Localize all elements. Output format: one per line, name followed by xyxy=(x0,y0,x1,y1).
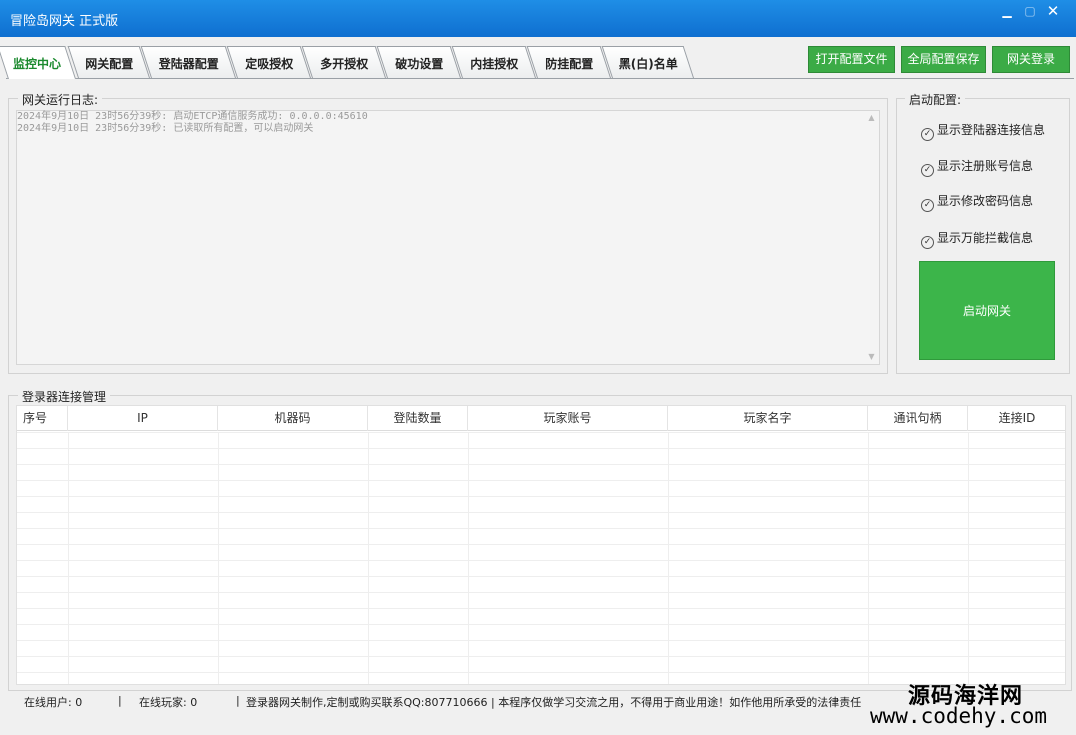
col-header[interactable]: IP xyxy=(68,406,218,431)
col-header[interactable]: 玩家账号 xyxy=(468,406,668,431)
log-scrollbar[interactable]: ▲ ▼ xyxy=(864,111,879,364)
tab-launcher-config[interactable]: 登陆器配置 xyxy=(140,46,236,78)
check-circle-icon: ✓ xyxy=(921,128,934,141)
tab-gateway-config[interactable]: 网关配置 xyxy=(67,46,150,78)
status-online-users: 在线用户: 0 xyxy=(24,696,83,709)
col-header[interactable]: 序号 xyxy=(17,406,68,431)
log-line: 2024年9月10日 23时56分39秒: 启动ETCP通信服务成功: 0.0.… xyxy=(17,111,368,122)
col-divider xyxy=(218,432,219,684)
option-show-universal-intercept[interactable]: ✓ 显示万能拦截信息 xyxy=(921,229,1033,249)
check-circle-icon: ✓ xyxy=(921,199,934,212)
close-icon[interactable]: ✕ xyxy=(1042,2,1064,20)
window-title: 冒险岛网关 正式版 xyxy=(10,14,119,29)
col-header[interactable]: 登陆数量 xyxy=(368,406,468,431)
option-show-change-password[interactable]: ✓ 显示修改密码信息 xyxy=(921,192,1033,212)
col-header[interactable]: 通讯句柄 xyxy=(868,406,968,431)
tab-pogong-settings[interactable]: 破功设置 xyxy=(376,46,461,78)
table-header: 序号 IP 机器码 登陆数量 玩家账号 玩家名字 通讯句柄 连接ID xyxy=(17,406,1065,431)
save-global-config-button[interactable]: 全局配置保存 xyxy=(901,46,986,73)
tab-dingxi-auth[interactable]: 定吸授权 xyxy=(226,46,311,78)
col-divider xyxy=(968,432,969,684)
log-textarea[interactable]: 2024年9月10日 23时56分39秒: 启动ETCP通信服务成功: 0.0.… xyxy=(16,110,880,365)
tab-divider xyxy=(6,78,1074,79)
maximize-icon[interactable]: ▢ xyxy=(1019,2,1041,20)
log-line: 2024年9月10日 23时56分39秒: 已读取所有配置，可以启动网关 xyxy=(17,123,314,134)
col-divider xyxy=(468,432,469,684)
status-notice: 登录器网关制作,定制或购买联系QQ:807710666 | 本程序仅做学习交流之… xyxy=(246,696,862,709)
col-header[interactable]: 玩家名字 xyxy=(668,406,868,431)
open-config-button[interactable]: 打开配置文件 xyxy=(808,46,895,73)
minimize-icon[interactable]: ▁ xyxy=(996,2,1018,20)
title-bar: 冒险岛网关 正式版 ▁ ▢ ✕ xyxy=(0,0,1076,37)
col-header[interactable]: 连接ID xyxy=(968,406,1065,431)
startup-group-title: 启动配置: xyxy=(905,91,966,108)
col-divider xyxy=(668,432,669,684)
col-divider xyxy=(868,432,869,684)
status-separator: | xyxy=(118,694,122,707)
log-group-title: 网关运行日志: xyxy=(18,91,103,108)
start-gateway-button[interactable]: 启动网关 xyxy=(919,261,1055,360)
check-circle-icon: ✓ xyxy=(921,164,934,177)
tab-multi-open-auth[interactable]: 多开授权 xyxy=(301,46,386,78)
connections-table[interactable]: 序号 IP 机器码 登陆数量 玩家账号 玩家名字 通讯句柄 连接ID xyxy=(16,405,1066,685)
gateway-login-button[interactable]: 网关登录 xyxy=(992,46,1070,73)
tab-plugin-auth[interactable]: 内挂授权 xyxy=(451,46,536,78)
status-separator: | xyxy=(236,694,240,707)
connections-group-title: 登录器连接管理 xyxy=(18,388,111,405)
col-divider xyxy=(368,432,369,684)
status-online-players: 在线玩家: 0 xyxy=(139,696,198,709)
col-header[interactable]: 机器码 xyxy=(218,406,368,431)
option-show-register-info[interactable]: ✓ 显示注册账号信息 xyxy=(921,157,1033,177)
watermark-url: www.codehy.com xyxy=(870,704,1048,728)
check-circle-icon: ✓ xyxy=(921,236,934,249)
tab-black-white-list[interactable]: 黑(白)名单 xyxy=(601,46,694,78)
col-divider xyxy=(68,432,69,684)
tab-anticheat-config[interactable]: 防挂配置 xyxy=(526,46,611,78)
scroll-up-icon[interactable]: ▲ xyxy=(864,111,879,125)
table-body xyxy=(17,432,1065,684)
option-show-launcher-conn[interactable]: ✓ 显示登陆器连接信息 xyxy=(921,121,1045,141)
tab-monitor-center[interactable]: 监控中心 xyxy=(0,46,77,79)
scroll-down-icon[interactable]: ▼ xyxy=(864,350,879,364)
